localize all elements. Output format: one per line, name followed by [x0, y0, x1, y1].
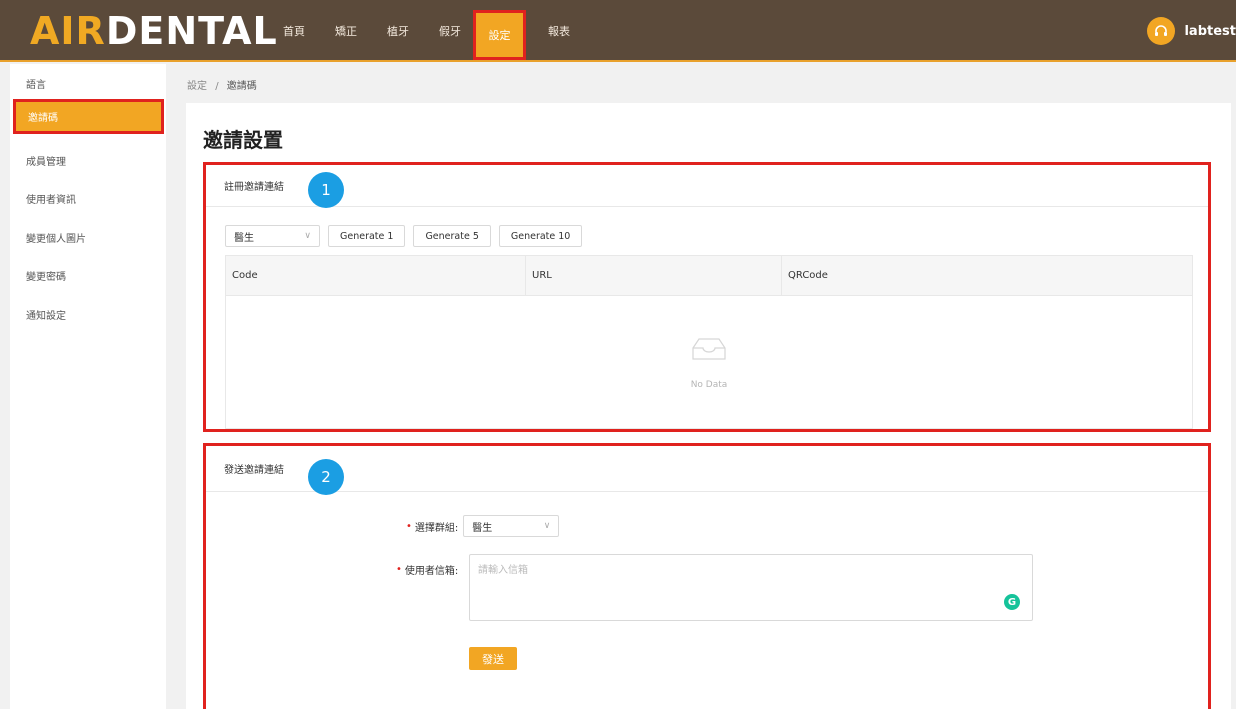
chevron-down-icon: ∨ [543, 521, 551, 531]
grammarly-icon[interactable]: G [1004, 594, 1020, 610]
breadcrumb-current: 邀請碼 [226, 81, 257, 92]
role-select[interactable]: 醫生 ∨ [225, 225, 320, 247]
nav-reports[interactable]: 報表 [533, 0, 585, 62]
top-header: AIRDENTAL 首頁 矯正 植牙 假牙 labtest [0, 0, 1236, 62]
headset-icon[interactable] [1147, 17, 1176, 45]
generate-10-button[interactable]: Generate 10 [498, 225, 583, 247]
sidebar-item-members[interactable]: 成員管理 [10, 141, 166, 180]
empty-inbox-icon [692, 338, 726, 360]
group-select[interactable]: 醫生 ∨ [463, 515, 560, 537]
send-invite-section: 發送邀請連結 2 • 選擇群組: 醫生 ∨ • 使用者信箱: 請輸入信箱 G 發… [203, 443, 1211, 709]
nav-settings-active[interactable]: 設定 [473, 10, 526, 60]
column-header-url: URL [526, 256, 782, 295]
required-marker: • [406, 520, 412, 532]
nav-implant[interactable]: 植牙 [372, 0, 424, 62]
sidebar-item-notifications[interactable]: 通知設定 [10, 295, 166, 334]
group-label: 選擇群組: [414, 522, 459, 534]
role-select-value: 醫生 [234, 232, 254, 244]
send-button[interactable]: 發送 [469, 647, 517, 670]
empty-state: No Data [226, 296, 1192, 430]
chevron-down-icon: ∨ [304, 231, 311, 241]
generate-1-button[interactable]: Generate 1 [328, 225, 406, 247]
step-badge-1: 1 [308, 172, 344, 208]
column-header-code: Code [226, 256, 526, 295]
sidebar-item-change-password[interactable]: 變更密碼 [10, 257, 166, 296]
group-select-value: 醫生 [472, 522, 493, 534]
step-badge-2: 2 [308, 459, 344, 495]
invite-code-table: Code URL QRCode No Data [225, 255, 1193, 429]
breadcrumb-separator: / [215, 81, 219, 92]
breadcrumb-parent[interactable]: 設定 [187, 81, 207, 92]
no-data-text: No Data [690, 380, 728, 390]
email-placeholder: 請輸入信箱 [478, 565, 528, 576]
sidebar: 語言 成員管理 使用者資訊 變更個人圖片 變更密碼 通知設定 [10, 64, 166, 709]
nav-denture[interactable]: 假牙 [424, 0, 476, 62]
section-title: 發送邀請連結 [206, 446, 1208, 492]
logo[interactable]: AIRDENTAL [30, 10, 278, 52]
breadcrumb: 設定 / 邀請碼 [187, 77, 257, 92]
sidebar-item-invite-code[interactable]: 邀請碼 [13, 99, 164, 134]
group-field-row: • 選擇群組: 醫生 ∨ [406, 515, 560, 537]
sidebar-item-change-avatar[interactable]: 變更個人圖片 [10, 218, 166, 257]
username[interactable]: labtest [1184, 24, 1236, 39]
email-textarea[interactable]: 請輸入信箱 G [469, 554, 1033, 621]
generate-5-button[interactable]: Generate 5 [413, 225, 491, 247]
page-title: 邀請設置 [203, 128, 283, 152]
email-field-row: • 使用者信箱: [396, 562, 458, 577]
sidebar-item-user-info[interactable]: 使用者資訊 [10, 180, 166, 219]
sidebar-item-language[interactable]: 語言 [10, 64, 166, 103]
user-menu[interactable]: labtest [1147, 0, 1236, 62]
nav-orthodontics[interactable]: 矯正 [320, 0, 372, 62]
register-invite-section: 註冊邀請連結 1 醫生 ∨ Generate 1 Generate 5 Gene… [203, 162, 1211, 432]
table-header: Code URL QRCode [226, 256, 1192, 296]
generate-controls: 醫生 ∨ Generate 1 Generate 5 Generate 10 [225, 225, 583, 247]
nav-home[interactable]: 首頁 [268, 0, 320, 62]
column-header-qrcode: QRCode [788, 270, 828, 281]
email-label: 使用者信箱: [404, 566, 459, 577]
section-title: 註冊邀請連結 [206, 165, 1208, 207]
required-marker: • [396, 564, 402, 575]
main-nav: 首頁 矯正 植牙 假牙 [268, 0, 476, 62]
